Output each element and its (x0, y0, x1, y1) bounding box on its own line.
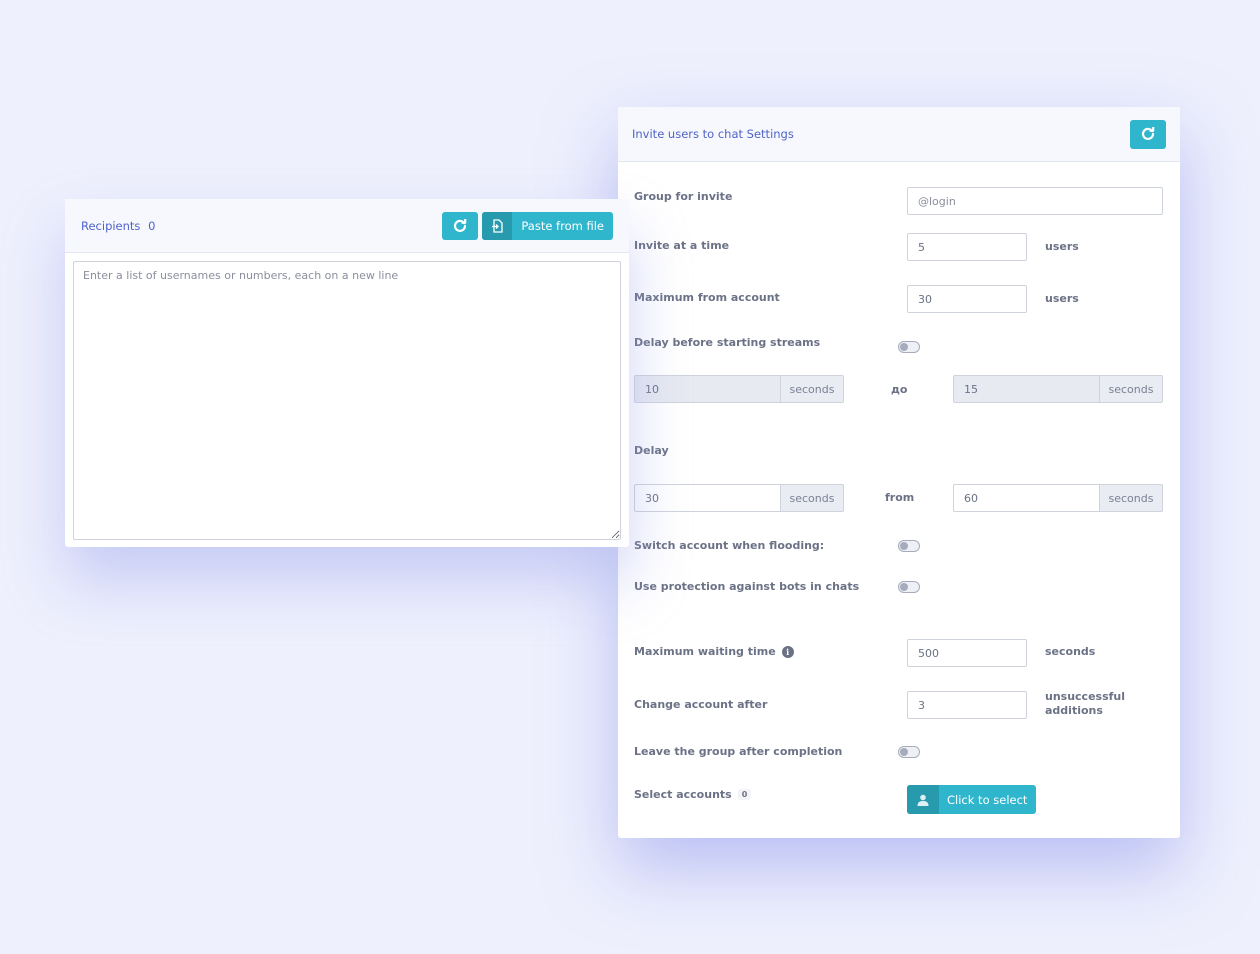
recipients-header: Recipients 0 Paste from file (65, 199, 629, 253)
recipients-refresh-button[interactable] (442, 211, 479, 240)
delay-before-streams-label: Delay before starting streams (634, 336, 821, 349)
maximum-from-account-unit: users (1045, 292, 1079, 305)
file-import-icon (482, 211, 513, 240)
delay-before-streams-to-group: seconds (953, 375, 1163, 403)
settings-header: Invite users to chat Settings (618, 107, 1180, 162)
delay-from-group: seconds (634, 484, 844, 512)
recipients-actions: Paste from file (442, 211, 613, 240)
delay-before-streams-to-input[interactable] (953, 375, 1100, 403)
maximum-waiting-time-unit: seconds (1045, 645, 1096, 658)
settings-refresh-button[interactable] (1130, 119, 1166, 149)
maximum-from-account-label: Maximum from account (634, 291, 780, 304)
group-for-invite-input[interactable] (907, 187, 1163, 215)
group-for-invite-label: Group for invite (634, 190, 733, 203)
delay-before-streams-from-input[interactable] (634, 375, 781, 403)
delay-before-streams-from-group: seconds (634, 375, 844, 403)
invite-at-a-time-unit: users (1045, 240, 1079, 253)
delay-before-streams-from-unit: seconds (781, 375, 844, 403)
delay-from-unit: seconds (781, 484, 844, 512)
select-accounts-label-row: Select accounts 0 (634, 788, 752, 801)
delay-label: Delay (634, 444, 669, 457)
recipients-title: Recipients 0 (81, 219, 155, 233)
refresh-icon (1141, 127, 1155, 140)
change-account-after-unit: unsuccessful additions (1045, 690, 1125, 718)
maximum-waiting-time-label-row: Maximum waiting time i (634, 645, 794, 658)
settings-title: Invite users to chat Settings (632, 127, 794, 141)
change-account-after-input[interactable] (907, 691, 1027, 719)
info-icon[interactable]: i (781, 645, 794, 658)
change-account-after-unit-line1: unsuccessful (1045, 690, 1126, 703)
recipients-count: 0 (148, 218, 156, 233)
recipients-textarea[interactable] (73, 261, 621, 540)
invite-at-a-time-label: Invite at a time (634, 239, 730, 252)
leave-group-toggle[interactable] (898, 746, 920, 758)
click-to-select-label: Click to select (947, 792, 1028, 807)
invite-settings-card: Invite users to chat Settings Group for … (618, 107, 1180, 838)
recipients-card: Recipients 0 Paste from file (65, 199, 629, 547)
delay-to-group: seconds (953, 484, 1163, 512)
delay-to-input[interactable] (953, 484, 1100, 512)
paste-from-file-label: Paste from file (521, 218, 604, 233)
click-to-select-button[interactable]: Click to select (907, 785, 1037, 814)
delay-from-input[interactable] (634, 484, 781, 512)
maximum-waiting-time-label: Maximum waiting time (634, 645, 776, 658)
bot-protection-toggle[interactable] (898, 581, 920, 593)
maximum-from-account-input[interactable] (907, 285, 1027, 313)
bot-protection-label: Use protection against bots in chats (634, 580, 860, 593)
paste-from-file-button[interactable]: Paste from file (482, 211, 613, 240)
invite-at-a-time-input[interactable] (907, 233, 1027, 261)
user-icon (907, 785, 939, 814)
delay-before-streams-toggle[interactable] (898, 341, 920, 353)
change-account-after-label: Change account after (634, 698, 768, 711)
switch-account-flooding-toggle[interactable] (898, 540, 920, 552)
delay-separator: from (885, 491, 915, 504)
change-account-after-unit-line2: additions (1045, 704, 1103, 717)
delay-before-streams-to-unit: seconds (1100, 375, 1163, 403)
delay-before-streams-separator: до (891, 383, 908, 396)
switch-account-flooding-label: Switch account when flooding: (634, 539, 825, 552)
delay-to-unit: seconds (1100, 484, 1163, 512)
recipients-title-text: Recipients (81, 218, 141, 233)
leave-group-label: Leave the group after completion (634, 745, 843, 758)
select-accounts-count-badge: 0 (737, 789, 752, 800)
maximum-waiting-time-input[interactable] (907, 639, 1027, 667)
select-accounts-label: Select accounts (634, 788, 732, 801)
refresh-icon (454, 218, 467, 232)
